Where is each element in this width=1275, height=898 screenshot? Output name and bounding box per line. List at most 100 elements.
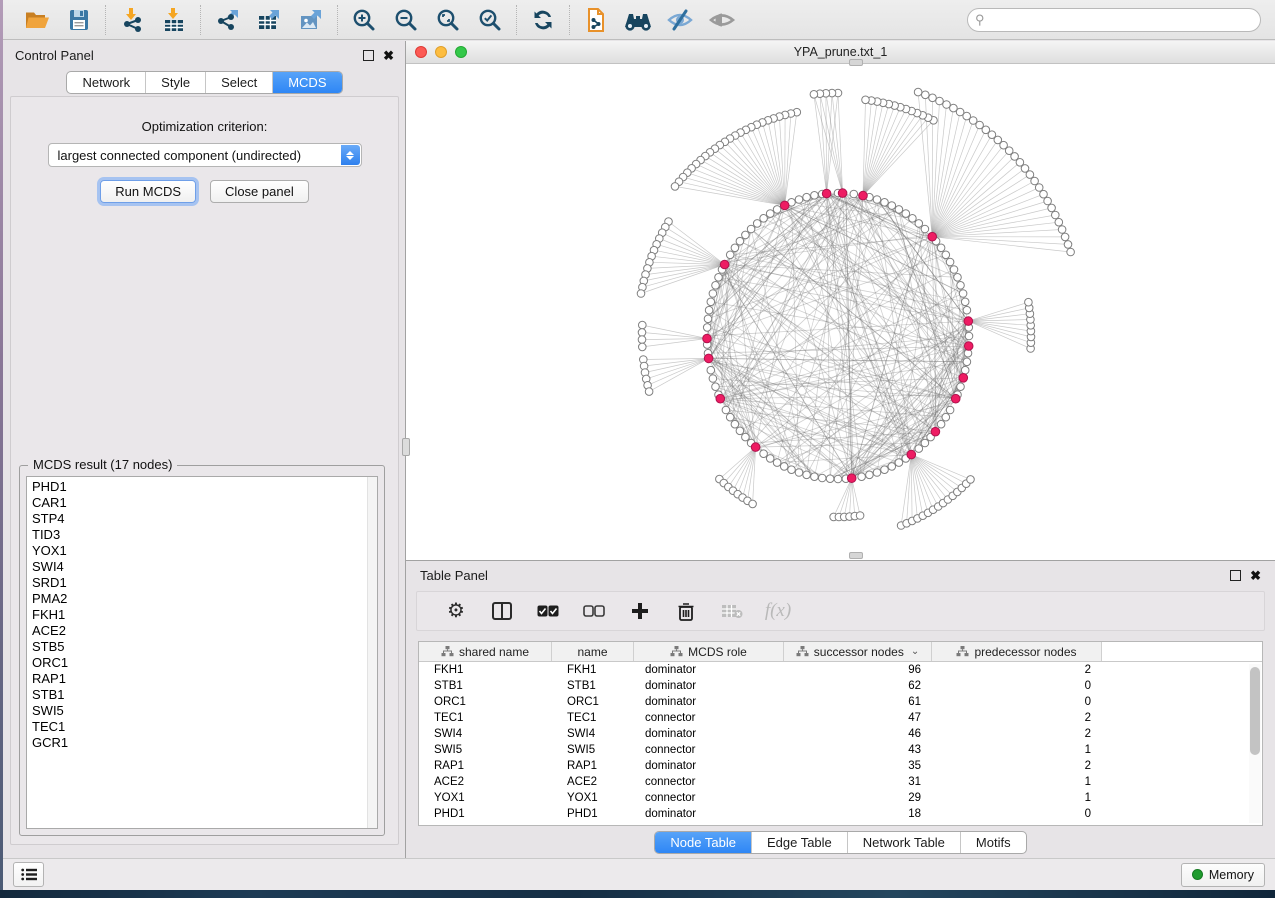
- memory-button[interactable]: Memory: [1181, 863, 1265, 887]
- network-canvas[interactable]: [406, 64, 1275, 560]
- tab-mcds[interactable]: MCDS: [272, 72, 341, 93]
- mcds-result-item[interactable]: SWI4: [27, 559, 377, 575]
- zoom-selected-button[interactable]: [474, 5, 506, 35]
- split-expand-grip-top[interactable]: [849, 59, 863, 66]
- vertical-splitter-grip[interactable]: [402, 438, 410, 456]
- add-column-button[interactable]: [629, 600, 651, 622]
- select-all-icon: [537, 605, 559, 617]
- show-all-button[interactable]: [706, 5, 738, 35]
- optimization-criterion-select[interactable]: largest connected component (undirected): [48, 143, 362, 167]
- close-table-panel-icon[interactable]: ✖: [1250, 570, 1261, 581]
- table-row[interactable]: PHD1PHD1dominator180: [419, 806, 1262, 822]
- column-header-MCDS-role[interactable]: MCDS role: [634, 642, 784, 661]
- table-row[interactable]: ACE2ACE2connector311: [419, 774, 1262, 790]
- mcds-result-item[interactable]: YOX1: [27, 543, 377, 559]
- tab-select[interactable]: Select: [205, 72, 272, 93]
- save-icon: [67, 8, 91, 32]
- mcds-result-item[interactable]: STB5: [27, 639, 377, 655]
- table-scrollbar-thumb[interactable]: [1250, 667, 1260, 755]
- export-table-icon: [256, 7, 282, 33]
- hide-selected-button[interactable]: [664, 5, 696, 35]
- table-cell: 0: [932, 808, 1102, 820]
- refresh-layout-icon: [530, 7, 556, 33]
- search-input[interactable]: [967, 8, 1261, 32]
- table-tab-edge-table[interactable]: Edge Table: [751, 832, 847, 853]
- plus-icon: [631, 602, 649, 620]
- table-tab-motifs[interactable]: Motifs: [960, 832, 1026, 853]
- column-type-icon: [796, 646, 809, 657]
- tab-network[interactable]: Network: [67, 72, 145, 93]
- mcds-result-item[interactable]: SWI5: [27, 703, 377, 719]
- zoom-fit-button[interactable]: [432, 5, 464, 35]
- column-header-predecessor-nodes[interactable]: predecessor nodes: [932, 642, 1102, 661]
- run-mcds-button[interactable]: Run MCDS: [100, 180, 196, 203]
- table-tab-node-table[interactable]: Node Table: [655, 832, 751, 853]
- mcds-list-scrollbar[interactable]: [367, 477, 377, 828]
- deselect-all-button[interactable]: [583, 600, 605, 622]
- table-cell: dominator: [634, 680, 784, 692]
- table-cell: 43: [784, 744, 932, 756]
- mcds-result-item[interactable]: STP4: [27, 511, 377, 527]
- table-row[interactable]: TEC1TEC1connector472: [419, 710, 1262, 726]
- export-image-button[interactable]: [295, 5, 327, 35]
- table-row[interactable]: FKH1FKH1dominator962: [419, 662, 1262, 678]
- apply-function-button-disabled[interactable]: f(x): [767, 600, 789, 622]
- new-network-from-selection-button[interactable]: [580, 5, 612, 35]
- split-expand-grip-bottom[interactable]: [849, 552, 863, 559]
- mcds-result-item[interactable]: FKH1: [27, 607, 377, 623]
- float-table-panel-icon[interactable]: [1230, 570, 1241, 581]
- table-row[interactable]: ORC1ORC1dominator610: [419, 694, 1262, 710]
- delete-column-button[interactable]: [675, 600, 697, 622]
- close-panel-button[interactable]: Close panel: [210, 180, 309, 203]
- table-row[interactable]: YOX1YOX1connector291: [419, 790, 1262, 806]
- table-row[interactable]: SWI5SWI5connector431: [419, 742, 1262, 758]
- export-table-button[interactable]: [253, 5, 285, 35]
- network-graph: [406, 64, 1275, 560]
- mcds-result-item[interactable]: TID3: [27, 527, 377, 543]
- delete-table-button-disabled[interactable]: [721, 600, 743, 622]
- table-cell: ORC1: [419, 696, 552, 708]
- export-network-button[interactable]: [211, 5, 243, 35]
- select-all-button[interactable]: [537, 600, 559, 622]
- mcds-result-item[interactable]: PMA2: [27, 591, 377, 607]
- mcds-result-item[interactable]: RAP1: [27, 671, 377, 687]
- mcds-result-item[interactable]: TEC1: [27, 719, 377, 735]
- mcds-result-item[interactable]: STB1: [27, 687, 377, 703]
- import-table-button[interactable]: [158, 5, 190, 35]
- open-session-button[interactable]: [21, 5, 53, 35]
- table-row[interactable]: STB1STB1dominator620: [419, 678, 1262, 694]
- mcds-result-item[interactable]: PHD1: [27, 479, 377, 495]
- mcds-result-item[interactable]: SRD1: [27, 575, 377, 591]
- zoom-in-button[interactable]: [348, 5, 380, 35]
- search-field-wrap: ⚲: [967, 8, 1261, 32]
- table-row[interactable]: RAP1RAP1dominator352: [419, 758, 1262, 774]
- column-header-successor-nodes[interactable]: successor nodes⌄: [784, 642, 932, 661]
- mcds-result-list[interactable]: PHD1CAR1STP4TID3YOX1SWI4SRD1PMA2FKH1ACE2…: [26, 476, 378, 829]
- save-session-button[interactable]: [63, 5, 95, 35]
- table-row[interactable]: SWI4SWI4dominator462: [419, 726, 1262, 742]
- network-window-titlebar[interactable]: YPA_prune.txt_1: [406, 41, 1275, 64]
- table-cell: YOX1: [419, 792, 552, 804]
- mcds-result-item[interactable]: CAR1: [27, 495, 377, 511]
- import-network-button[interactable]: [116, 5, 148, 35]
- table-cell: dominator: [634, 760, 784, 772]
- close-panel-icon[interactable]: ✖: [383, 50, 394, 61]
- import-table-icon: [161, 7, 187, 33]
- apply-layout-button[interactable]: [527, 5, 559, 35]
- table-settings-button[interactable]: ⚙: [445, 600, 467, 622]
- show-panels-button[interactable]: [13, 862, 44, 887]
- first-neighbors-button[interactable]: [622, 5, 654, 35]
- table-cell: ORC1: [552, 696, 634, 708]
- column-header-shared-name[interactable]: shared name: [419, 642, 552, 661]
- float-panel-icon[interactable]: [363, 50, 374, 61]
- column-header-name[interactable]: name: [552, 642, 634, 661]
- eye-icon: [708, 7, 736, 33]
- tab-style[interactable]: Style: [145, 72, 205, 93]
- mcds-result-item[interactable]: ORC1: [27, 655, 377, 671]
- mcds-result-item[interactable]: ACE2: [27, 623, 377, 639]
- table-tab-network-table[interactable]: Network Table: [847, 832, 960, 853]
- mcds-result-item[interactable]: GCR1: [27, 735, 377, 751]
- show-columns-button[interactable]: [491, 600, 513, 622]
- table-scrollbar[interactable]: [1249, 664, 1261, 823]
- zoom-out-button[interactable]: [390, 5, 422, 35]
